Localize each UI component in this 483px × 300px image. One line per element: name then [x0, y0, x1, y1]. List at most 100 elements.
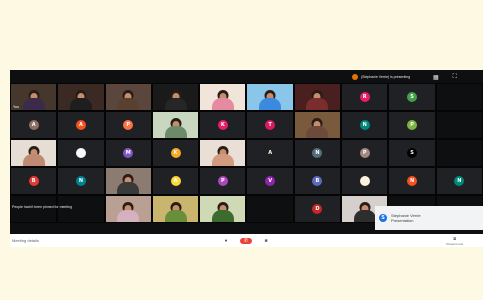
participant-avatar: P [407, 120, 418, 130]
participant-avatar: S [407, 92, 418, 102]
participant-avatar: A [28, 120, 39, 130]
participant-tile[interactable]: B [293, 167, 342, 195]
participant-tile[interactable]: S [388, 83, 436, 111]
participant-avatar [359, 176, 370, 186]
participant-tile[interactable]: A [151, 167, 200, 195]
meeting-details-button[interactable]: Meeting details [12, 238, 212, 243]
participant-body [117, 210, 140, 222]
participant-body [211, 154, 234, 166]
participant-tile[interactable]: S [388, 139, 436, 167]
participant-tile[interactable] [57, 139, 105, 167]
participant-avatar: T [265, 120, 276, 130]
participant-tile[interactable]: N [388, 167, 436, 195]
participant-video [105, 84, 151, 110]
camera-icon[interactable]: ■ [262, 237, 270, 245]
control-bar: Meeting details ● ✆ ■ ⧈ Present now [10, 234, 483, 247]
meet-window: (Stephanie Verrie) is presenting ▦ ⛶ You… [10, 70, 483, 247]
presenter-tile[interactable]: S Stephanie Verrie Presentation [375, 206, 483, 230]
participant-tile[interactable]: N [293, 139, 342, 167]
participant-video [105, 168, 151, 194]
empty-tile [10, 195, 58, 223]
participant-video [200, 196, 246, 222]
participant-avatar: N [75, 176, 86, 186]
participant-tile[interactable] [341, 167, 389, 195]
participant-tile[interactable] [246, 83, 294, 111]
participant-name-label: You [13, 105, 19, 109]
participant-tile[interactable] [293, 111, 342, 139]
participant-tile[interactable]: N [435, 167, 483, 195]
participant-tile[interactable] [199, 139, 247, 167]
participant-body [164, 98, 187, 110]
participant-tile[interactable] [199, 83, 247, 111]
participant-tile[interactable] [151, 195, 200, 223]
participant-tile[interactable]: P [341, 139, 389, 167]
participant-video [58, 84, 104, 110]
presenter-status: Presentation [391, 218, 414, 223]
participant-tile[interactable]: N [57, 167, 105, 195]
participant-video [294, 84, 341, 110]
participant-avatar: A [75, 120, 86, 130]
participant-tile[interactable] [104, 83, 152, 111]
participant-tile[interactable]: T [246, 111, 294, 139]
mic-icon[interactable]: ● [222, 237, 230, 245]
participant-avatar: N [312, 148, 323, 158]
participant-tile[interactable]: P [199, 167, 247, 195]
presenter-avatar [352, 74, 358, 80]
participant-tile[interactable]: You [10, 83, 58, 111]
participant-avatar: A [265, 148, 276, 158]
participant-avatar: B [28, 176, 39, 186]
participant-tile[interactable]: N [341, 111, 389, 139]
participant-body [353, 210, 376, 222]
participant-avatar: N [454, 176, 465, 186]
participant-tile[interactable]: A [10, 111, 58, 139]
participant-tile[interactable]: A [246, 139, 294, 167]
empty-tile [246, 195, 294, 223]
participant-tile[interactable] [57, 83, 105, 111]
participant-body [211, 210, 234, 222]
participant-tile[interactable] [104, 195, 152, 223]
participant-video [105, 196, 151, 222]
end-call-icon[interactable]: ✆ [240, 237, 252, 244]
pinned-notice: People hadn't been pinned for meeting [12, 205, 73, 209]
participant-tile[interactable]: B [10, 167, 58, 195]
presenter-tile-avatar: S [379, 214, 387, 222]
participant-body [211, 98, 234, 110]
participant-tile[interactable]: K [151, 139, 200, 167]
participant-grid: You R S A A P K T N P M K A N P S B N A P V B N N D [10, 83, 483, 223]
participant-video [152, 112, 199, 138]
participant-avatar: P [217, 176, 228, 186]
participant-avatar: D [312, 204, 323, 214]
participant-tile[interactable]: P [388, 111, 436, 139]
participant-video [294, 112, 341, 138]
layout-icon[interactable]: ▦ [433, 74, 439, 81]
participant-video [247, 84, 293, 110]
participant-tile[interactable] [199, 195, 247, 223]
participant-tile[interactable] [151, 111, 200, 139]
participant-avatar: A [170, 176, 181, 186]
participant-tile[interactable]: R [341, 83, 389, 111]
participant-body [69, 98, 92, 110]
participant-avatar: P [359, 148, 370, 158]
participant-tile[interactable]: V [246, 167, 294, 195]
participant-tile[interactable]: K [199, 111, 247, 139]
participant-video [152, 84, 199, 110]
present-now-button[interactable]: ⧈ Present now [446, 236, 463, 246]
fullscreen-icon[interactable]: ⛶ [453, 74, 457, 81]
participant-tile[interactable]: M [104, 139, 152, 167]
participant-tile[interactable]: A [57, 111, 105, 139]
participant-body [259, 98, 282, 110]
participant-avatar: R [359, 92, 370, 102]
empty-tile [435, 139, 483, 167]
participant-avatar: B [312, 176, 323, 186]
participant-tile[interactable]: P [104, 111, 152, 139]
participant-body [306, 98, 329, 110]
participant-tile[interactable] [151, 83, 200, 111]
participant-tile[interactable] [293, 83, 342, 111]
presenter-tile-text: Stephanie Verrie Presentation [391, 213, 421, 223]
participant-tile[interactable]: D [293, 195, 342, 223]
participant-tile[interactable] [10, 139, 58, 167]
participant-body [164, 210, 187, 222]
participant-tile[interactable] [104, 167, 152, 195]
top-bar: (Stephanie Verrie) is presenting ▦ ⛶ [352, 72, 483, 82]
participant-avatar: V [265, 176, 276, 186]
